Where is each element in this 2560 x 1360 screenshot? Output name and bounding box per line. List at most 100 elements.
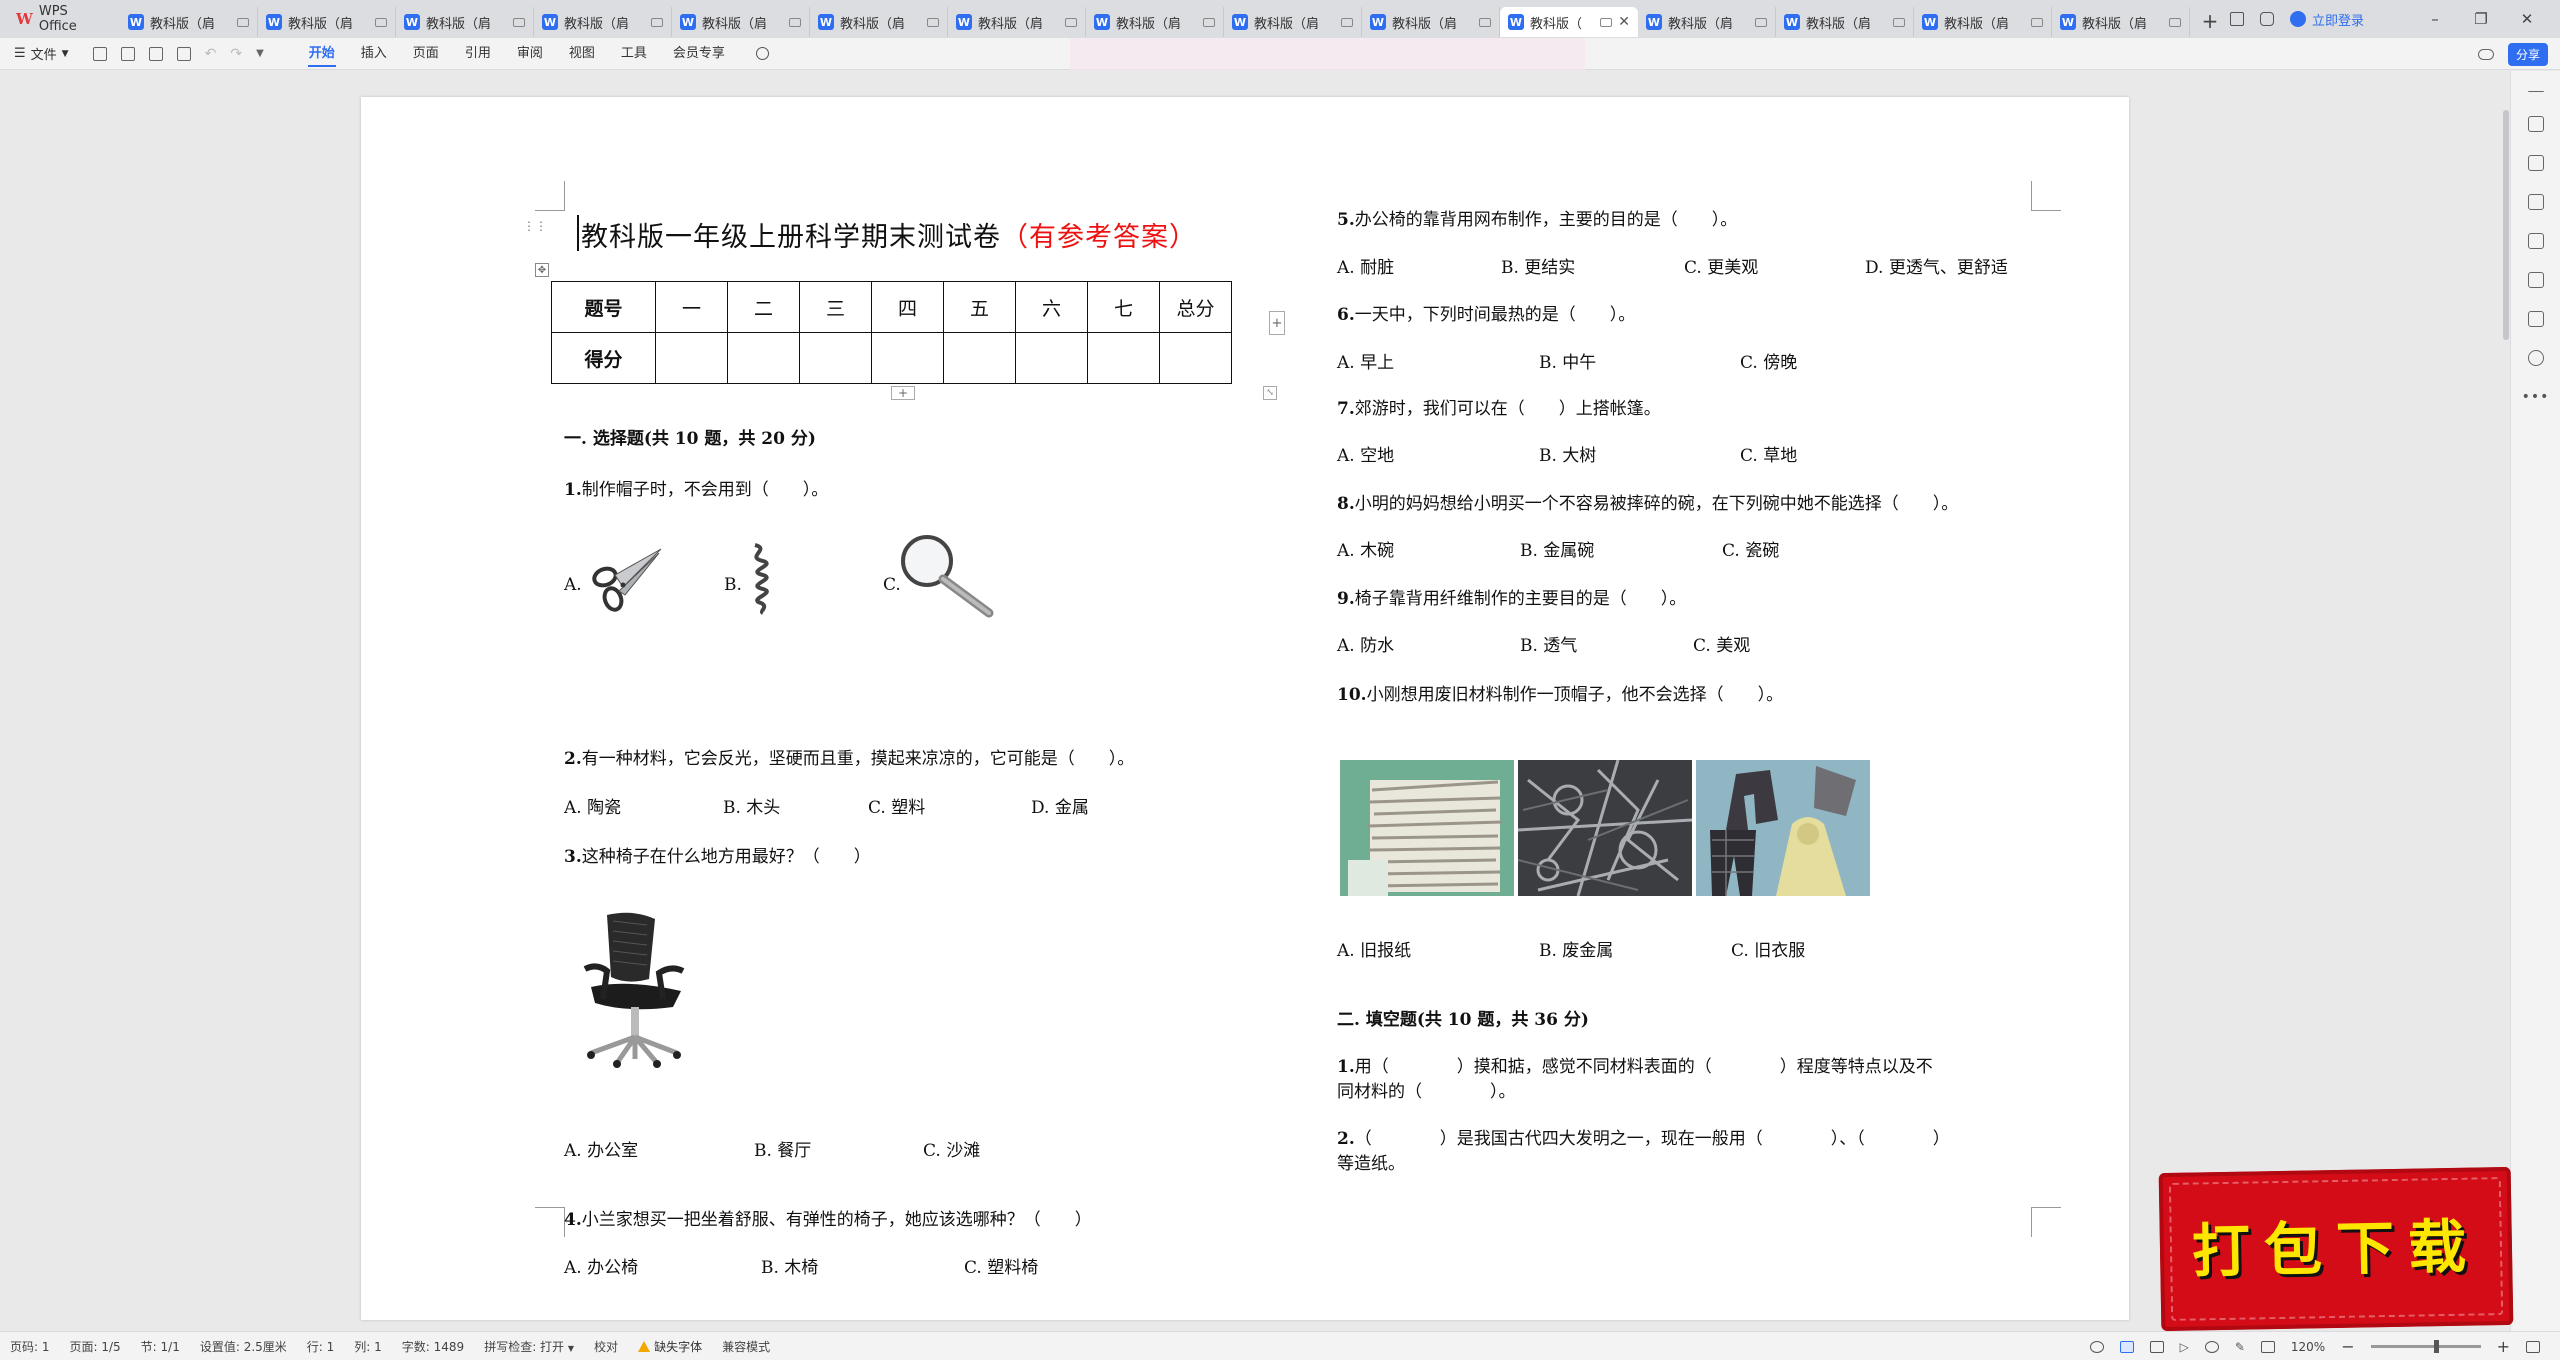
zoom-out-button[interactable]: − [2341,1337,2354,1356]
table-cell[interactable]: 一 [655,281,728,333]
document-tab[interactable]: W 教科版（肩 [1224,7,1362,37]
table-cell[interactable]: 二 [727,281,800,333]
undo-icon[interactable]: ↶ [205,46,217,62]
table-cell[interactable]: 五 [943,281,1016,333]
print-icon[interactable] [148,46,163,61]
document-tab[interactable]: W 教科版（肩 [1362,7,1500,37]
save-icon[interactable] [92,46,107,61]
status-words[interactable]: 字数: 1489 [392,1338,474,1355]
document-tab[interactable]: W 教科版（肩 [2052,7,2190,37]
document-tab[interactable]: W 教科版（肩 [258,7,396,37]
document-tab[interactable]: W 教科版（肩 [1638,7,1776,37]
table-cell[interactable] [1159,332,1232,384]
export-pdf-icon[interactable] [120,46,135,61]
page-title[interactable]: 教科版一年级上册科学期末测试卷（有参考答案） [581,215,1197,254]
image-tool-icon[interactable] [2527,233,2544,249]
print-preview-icon[interactable] [176,46,191,61]
table-cell[interactable]: 六 [1015,281,1088,333]
help-icon[interactable] [2527,350,2544,366]
document-tab[interactable]: W 教科版（肩 [1086,7,1224,37]
document-tab[interactable]: W 教科版（肩 [1914,7,2052,37]
download-promo-stamp[interactable]: 打包下载 [2158,1166,2514,1332]
table-cell[interactable] [943,332,1016,384]
more-chevron-icon[interactable]: ▼ [256,48,264,59]
close-tab-icon[interactable]: ✕ [1618,14,1630,30]
document-page[interactable]: ⋮⋮ 教科版一年级上册科学期末测试卷（有参考答案） ✥ 题号一二三四五六七总分 … [361,97,2129,1320]
fullscreen-icon[interactable] [2260,1340,2275,1353]
magic-tool-icon[interactable] [2527,272,2544,288]
table-cell[interactable] [727,332,800,384]
document-tab[interactable]: W 教科版（ ✕ [1500,7,1638,37]
table-cell[interactable] [655,332,728,384]
web-view-icon[interactable] [2204,1340,2219,1353]
zoom-slider[interactable] [2370,1340,2481,1353]
table-move-handle-icon[interactable]: ✥ [535,263,549,277]
share-button[interactable]: 分享 [2507,42,2548,66]
document-tab[interactable]: W 教科版（肩 [534,7,672,37]
status-page[interactable]: 页码: 1 [0,1338,60,1355]
edit-icon[interactable]: ✎ [2235,1340,2245,1354]
table-cell[interactable]: 七 [1087,281,1160,333]
cursor-select-icon[interactable] [2527,155,2544,171]
fit-window-icon[interactable] [2526,1340,2540,1353]
more-icon[interactable]: ••• [2511,389,2560,405]
cloud-sync-icon[interactable] [2477,48,2494,60]
document-tab[interactable]: W 教科版（肩 [396,7,534,37]
document-tab[interactable]: W 教科版（肩 [672,7,810,37]
wps-home-tab[interactable]: W WPS Office [0,0,120,38]
document-tab[interactable]: W 教科版（肩 [948,7,1086,37]
paragraph-drag-handle-icon[interactable]: ⋮⋮ [523,220,547,239]
table-cell[interactable] [1087,332,1160,384]
status-spellcheck[interactable]: 拼写检查: 打开 ▼ [474,1338,584,1355]
redo-icon[interactable]: ↷ [230,46,242,62]
status-line[interactable]: 行: 1 [297,1338,345,1355]
document-canvas[interactable]: ⋮⋮ 教科版一年级上册科学期末测试卷（有参考答案） ✥ 题号一二三四五六七总分 … [0,71,2510,1331]
cube-icon[interactable] [2259,12,2274,26]
menu-tab[interactable]: 插入 [348,38,400,70]
status-section[interactable]: 节: 1/1 [131,1338,190,1355]
score-table[interactable]: 题号一二三四五六七总分 得分 [551,281,1232,384]
status-compat[interactable]: 兼容模式 [712,1338,780,1355]
menu-tab[interactable]: 审阅 [504,38,556,70]
page-view-icon[interactable] [2119,1340,2134,1353]
add-row-icon[interactable]: + [891,386,915,400]
book-icon[interactable] [2527,311,2544,327]
menu-tab[interactable]: 工具 [608,38,660,70]
adjust-icon[interactable] [2527,194,2544,210]
add-column-icon[interactable]: + [1269,311,1285,335]
minimize-button[interactable]: – [2420,10,2450,28]
menu-tab[interactable]: 视图 [556,38,608,70]
status-setting[interactable]: 设置值: 2.5厘米 [190,1338,297,1355]
status-pages[interactable]: 页面: 1/5 [60,1338,131,1355]
file-menu-button[interactable]: ☰ 文件 ▼ [0,44,83,63]
login-button[interactable]: 立即登录 [2289,10,2364,29]
restore-button[interactable]: ❐ [2466,10,2496,28]
table-cell[interactable]: 三 [799,281,872,333]
table-cell[interactable]: 题号 [551,281,656,333]
pen-icon[interactable] [2527,116,2544,132]
zoom-in-button[interactable]: + [2497,1337,2510,1356]
table-cell[interactable]: 得分 [551,332,656,384]
menu-tab[interactable]: 引用 [452,38,504,70]
zoom-value[interactable]: 120% [2291,1340,2325,1354]
menu-tab[interactable]: 开始 [296,38,348,70]
table-resize-icon[interactable]: ⤡ [1263,386,1277,400]
table-cell[interactable] [1015,332,1088,384]
zoom-slider-knob[interactable] [2433,1340,2439,1353]
new-tab-button[interactable]: + [2190,9,2230,33]
eye-protect-icon[interactable] [2089,1340,2104,1353]
table-cell[interactable]: 总分 [1159,281,1232,333]
document-tab[interactable]: W 教科版（肩 [1776,7,1914,37]
table-cell[interactable] [799,332,872,384]
vertical-scrollbar[interactable] [2503,110,2509,340]
status-column[interactable]: 列: 1 [344,1338,392,1355]
table-cell[interactable] [871,332,944,384]
status-proof[interactable]: 校对 [584,1338,628,1355]
layout-icon[interactable] [2229,12,2244,26]
status-missing-font[interactable]: 缺失字体 [628,1338,712,1355]
search-icon[interactable] [755,47,769,60]
document-tab[interactable]: W 教科版（肩 [810,7,948,37]
menu-tab[interactable]: 页面 [400,38,452,70]
close-window-button[interactable]: ✕ [2512,10,2542,28]
play-icon[interactable]: ▷ [2180,1340,2189,1354]
